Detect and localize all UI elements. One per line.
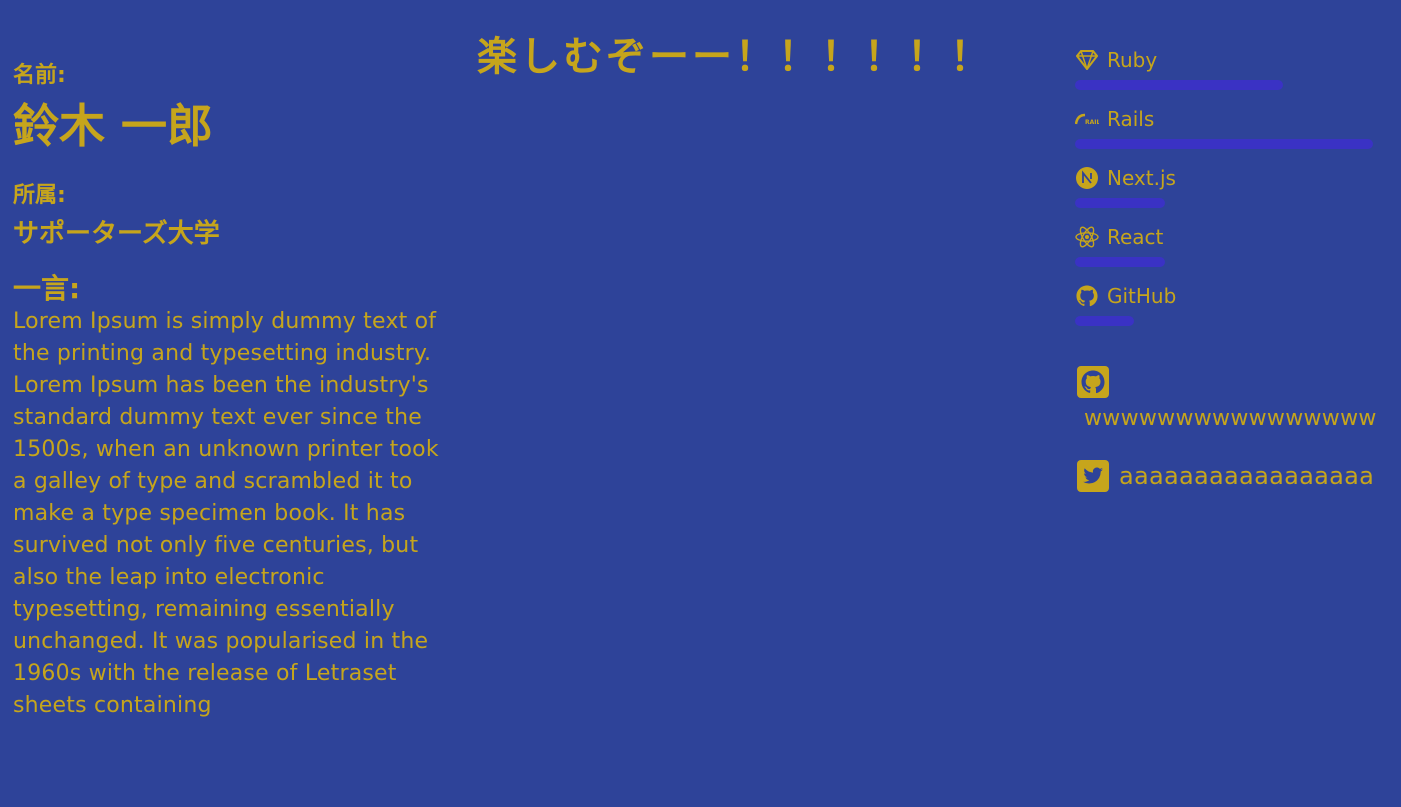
profile-panel: 名前: 鈴木 一郎 所属: サポーターズ大学 一言: Lorem Ipsum i…: [13, 60, 453, 722]
comment-label: 一言:: [13, 272, 81, 305]
skill-name: Rails: [1107, 107, 1155, 131]
user-name: 鈴木 一郎: [13, 99, 214, 153]
social-links: wwwwwwwwwwwwwwww aaaaaaaaaaaaaaaaa: [1075, 364, 1395, 500]
comment-text: Lorem Ipsum is simply dummy text of the …: [13, 309, 439, 718]
github-square-icon: [1077, 366, 1109, 398]
ruby-icon: [1075, 48, 1099, 72]
skill-react: React: [1075, 223, 1385, 282]
skill-name: Next.js: [1107, 166, 1176, 190]
skill-ruby: Ruby: [1075, 46, 1385, 105]
skill-level-bar: [1075, 139, 1373, 149]
skill-nextjs: Next.js: [1075, 164, 1385, 223]
skill-name: Ruby: [1107, 48, 1158, 72]
twitter-square-icon: [1077, 460, 1109, 492]
github-icon: [1075, 284, 1099, 308]
skill-level-bar: [1075, 80, 1283, 90]
rails-icon: RAILS: [1075, 107, 1099, 131]
skill-github: GitHub: [1075, 282, 1385, 341]
react-icon: [1075, 225, 1099, 249]
headline: 楽しむぞーー！！！！！！: [477, 34, 993, 80]
skill-level-bar: [1075, 257, 1165, 267]
affiliation-value: サポーターズ大学: [13, 219, 220, 249]
github-link[interactable]: wwwwwwwwwwwwwwww: [1075, 364, 1395, 444]
twitter-link[interactable]: aaaaaaaaaaaaaaaaa: [1075, 460, 1395, 500]
skill-level-bar: [1075, 198, 1165, 208]
skill-rails: RAILS Rails: [1075, 105, 1385, 164]
affiliation-label: 所属:: [13, 183, 66, 208]
skill-name: GitHub: [1107, 284, 1177, 308]
svg-text:RAILS: RAILS: [1085, 119, 1099, 125]
twitter-handle[interactable]: aaaaaaaaaaaaaaaaa: [1119, 460, 1374, 492]
skill-name: React: [1107, 225, 1164, 249]
nextjs-icon: [1075, 166, 1099, 190]
skill-level-bar: [1075, 316, 1134, 326]
github-handle[interactable]: wwwwwwwwwwwwwwww: [1084, 404, 1377, 434]
skills-list: Ruby RAILS Rails Next.js React: [1075, 46, 1385, 341]
name-label: 名前:: [13, 63, 66, 88]
